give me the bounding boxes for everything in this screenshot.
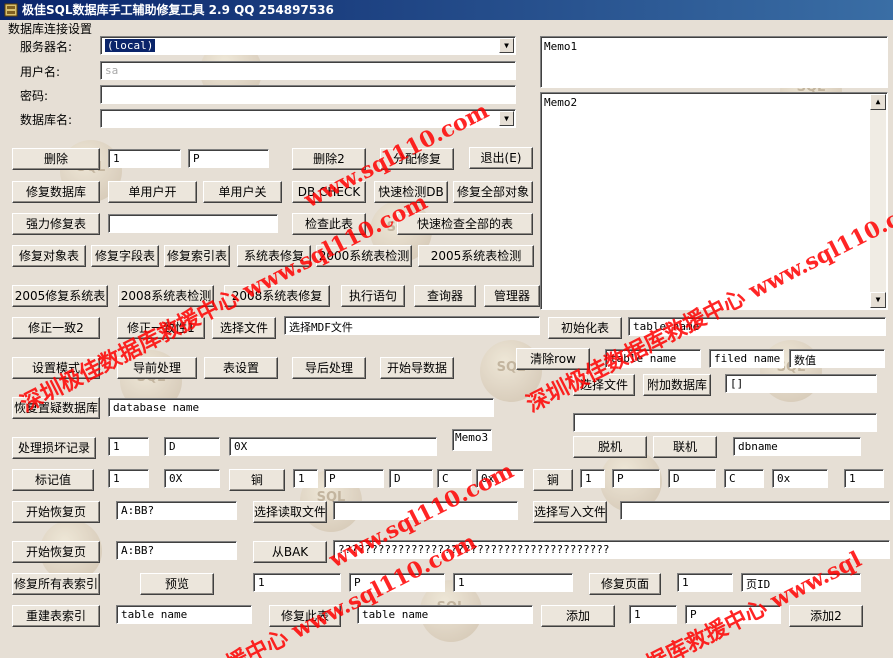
mark-file-field[interactable]: 1 — [108, 469, 149, 488]
sys2005-check-button[interactable]: 2005系统表检测 — [418, 245, 534, 267]
lock2-file-field[interactable]: 1 — [580, 469, 605, 488]
select-read-file-button[interactable]: 选择读取文件 — [253, 501, 327, 523]
lock2-0x-field[interactable]: 0x — [772, 469, 828, 488]
force-repair-table-button[interactable]: 强力修复表 — [12, 213, 100, 235]
database-label: 数据库名: — [20, 113, 73, 127]
memo1[interactable]: Memo1 — [540, 36, 888, 88]
index-file-field[interactable]: 1 — [253, 573, 341, 592]
detach-button[interactable]: 脱机 — [573, 436, 647, 458]
repair-table-name-field[interactable]: table name — [357, 605, 533, 624]
repair-field-table-button[interactable]: 修复字段表 — [91, 245, 159, 267]
lock2-p-field[interactable]: P — [612, 469, 660, 488]
blank-field[interactable] — [573, 413, 877, 432]
page-file-1-field[interactable]: A:BB? — [116, 501, 237, 520]
force-table-field[interactable] — [108, 214, 278, 233]
select-write-file-button[interactable]: 选择写入文件 — [533, 501, 607, 523]
rebuild-table-name-field[interactable]: table name — [116, 605, 252, 624]
delete-page-field[interactable]: P — [188, 149, 269, 168]
memo3[interactable]: Memo3 — [452, 429, 492, 451]
page-file-2-field[interactable]: A:BB? — [116, 541, 237, 560]
manager-button[interactable]: 管理器 — [484, 285, 540, 307]
preview-button[interactable]: 预览 — [140, 573, 214, 595]
repair-all-objects-button[interactable]: 修复全部对象 — [453, 181, 533, 203]
lock2-d-field[interactable]: D — [668, 469, 716, 488]
user-label: 用户名: — [20, 65, 61, 79]
select-file-button[interactable]: 选择文件 — [212, 317, 276, 339]
start-recover-page-2-button[interactable]: 开始恢复页 — [12, 541, 100, 563]
index-slot-field[interactable]: 1 — [453, 573, 573, 592]
page-number-field[interactable]: 1 — [677, 573, 733, 592]
exec-statement-button[interactable]: 执行语句 — [341, 285, 405, 307]
delete-button[interactable]: 删除 — [12, 148, 100, 170]
single-user-off-button[interactable]: 单用户关 — [203, 181, 282, 203]
rebuild-table-index-button[interactable]: 重建表索引 — [12, 605, 100, 627]
damage-d-field[interactable]: D — [164, 437, 220, 456]
repair-all-indexes-button[interactable]: 修复所有表索引 — [12, 573, 100, 595]
lock1-file-field[interactable]: 1 — [293, 469, 318, 488]
fix-consistency-2-button[interactable]: 修正一致2 — [12, 317, 100, 339]
dbname-field[interactable]: dbname — [733, 437, 861, 456]
lock-2-button[interactable]: 锏 — [533, 469, 573, 491]
window-title: 极佳SQL数据库手工辅助修复工具 2.9 QQ 254897536 — [22, 3, 334, 17]
write-file-field[interactable] — [620, 501, 890, 520]
lock1-p-field[interactable]: P — [324, 469, 384, 488]
online-button[interactable]: 联机 — [653, 436, 717, 458]
connection-group-label: 数据库连接设置 — [8, 22, 93, 36]
from-bak-button[interactable]: 从BAK — [253, 541, 327, 563]
single-user-on-button[interactable]: 单用户开 — [108, 181, 197, 203]
mdf-file-field[interactable]: 选择MDF文件 — [284, 316, 540, 335]
filed-name-field[interactable]: filed name — [709, 349, 784, 368]
chevron-down-icon[interactable]: ▼ — [499, 111, 514, 126]
user-field[interactable]: sa — [100, 61, 516, 80]
restore-db-name-field[interactable]: database name — [108, 398, 494, 417]
process-damage-record-button[interactable]: 处理损坏记录 — [12, 437, 96, 459]
attach-path-field[interactable]: [] — [725, 374, 877, 393]
repair-index-table-button[interactable]: 修复索引表 — [164, 245, 230, 267]
exit-button[interactable]: 退出(E) — [469, 147, 533, 169]
attach-db-button[interactable]: 附加数据库 — [643, 374, 711, 396]
password-field[interactable] — [100, 85, 516, 104]
memo2-scrollbar[interactable]: ▲ ▼ — [870, 94, 886, 308]
add2-button[interactable]: 添加2 — [789, 605, 863, 627]
app-icon — [4, 3, 18, 17]
lock2-extra-field[interactable]: 1 — [844, 469, 884, 488]
title-bar[interactable]: 极佳SQL数据库手工辅助修复工具 2.9 QQ 254897536 — [0, 0, 893, 20]
repair-db-button[interactable]: 修复数据库 — [12, 181, 100, 203]
watermark-text: 数据库救援中心 www.sql — [622, 546, 866, 658]
post-import-button[interactable]: 导后处理 — [292, 357, 366, 379]
mark-0x-field[interactable]: 0X — [164, 469, 220, 488]
numeric-value-field[interactable]: 数值 — [789, 349, 885, 368]
start-recover-page-1-button[interactable]: 开始恢复页 — [12, 501, 100, 523]
memo2[interactable]: Memo2 ▲ ▼ — [540, 92, 888, 310]
damage-file-field[interactable]: 1 — [108, 437, 149, 456]
repair-object-table-button[interactable]: 修复对象表 — [12, 245, 86, 267]
sys2005-repair-button[interactable]: 2005修复系统表 — [12, 285, 108, 307]
init-table-button[interactable]: 初始化表 — [548, 317, 622, 339]
add-button[interactable]: 添加 — [541, 605, 615, 627]
lock2-c-field[interactable]: C — [724, 469, 764, 488]
password-label: 密码: — [20, 89, 49, 103]
delete-id-field[interactable]: 1 — [108, 149, 181, 168]
lock1-d-field[interactable]: D — [389, 469, 433, 488]
lock-1-button[interactable]: 锏 — [229, 469, 285, 491]
add-file-field[interactable]: 1 — [629, 605, 677, 624]
table-settings-button[interactable]: 表设置 — [204, 357, 278, 379]
scroll-up-icon[interactable]: ▲ — [870, 94, 886, 110]
mark-value-button[interactable]: 标记值 — [12, 469, 94, 491]
query-tool-button[interactable]: 查询器 — [414, 285, 476, 307]
chevron-down-icon[interactable]: ▼ — [499, 38, 514, 53]
start-import-button[interactable]: 开始导数据 — [380, 357, 454, 379]
scroll-down-icon[interactable]: ▼ — [870, 292, 886, 308]
server-select[interactable]: (local) ▼ — [100, 36, 516, 55]
client-area: SQL SQL SQL SQL SQL SQL SQL SQL SQL SQL … — [0, 20, 893, 658]
memo2-text: Memo2 — [544, 96, 578, 109]
damage-0x-field[interactable]: 0X — [229, 437, 437, 456]
repair-page-button[interactable]: 修复页面 — [589, 573, 661, 595]
server-label: 服务器名: — [20, 40, 73, 54]
